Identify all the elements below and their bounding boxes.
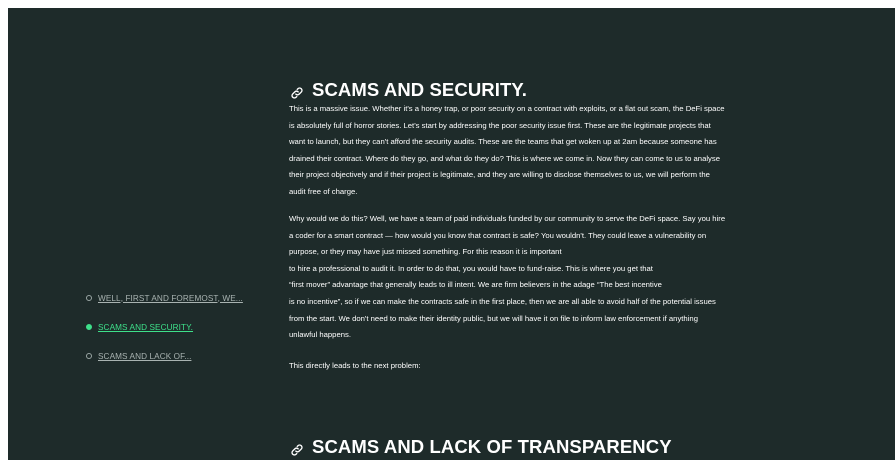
page-frame: WELL, FIRST AND FOREMOST, WE... SCAMS AN… <box>8 8 895 460</box>
paragraph-line: unlawful happens. <box>289 330 351 340</box>
table-of-contents: WELL, FIRST AND FOREMOST, WE... SCAMS AN… <box>86 291 256 378</box>
section-heading-text: SCAMS AND SECURITY. <box>312 79 528 101</box>
paragraph-line: is absolutely full of horror stories. Le… <box>289 120 711 130</box>
paragraph-line: drained their contract. Where do they go… <box>289 153 721 163</box>
toc-bullet-icon <box>86 353 92 359</box>
section-heading-text: SCAMS AND LACK OF TRANSPARENCY <box>312 436 672 458</box>
paragraph-line: their project objectively and if their p… <box>289 170 710 180</box>
paragraph-line: to hire a professional to audit it. In o… <box>289 263 653 273</box>
link-icon[interactable] <box>290 440 304 456</box>
paragraph-line: This directly leads to the next problem: <box>289 361 421 370</box>
paragraph-line: a coder for a smart contract — how would… <box>289 230 707 240</box>
toc-active-bullet-icon <box>86 324 92 330</box>
toc-item-label[interactable]: WELL, FIRST AND FOREMOST, WE... <box>98 294 243 303</box>
paragraph-line: is no incentive”, so if we can make the … <box>289 296 716 306</box>
paragraph-line: want to launch, but they can't afford th… <box>289 137 717 147</box>
toc-item-scams-and-security[interactable]: SCAMS AND SECURITY. <box>86 320 256 334</box>
paragraph-line: This is a massive issue. Whether it's a … <box>289 104 725 113</box>
toc-item-label[interactable]: SCAMS AND SECURITY. <box>98 323 193 332</box>
link-icon[interactable] <box>290 83 304 99</box>
paragraph-line: audit free of charge. <box>289 186 358 196</box>
section-heading-scams-and-security: SCAMS AND SECURITY. <box>290 79 527 101</box>
paragraph-line: “first mover” advantage that generally l… <box>289 280 662 290</box>
toc-item-first-and-foremost[interactable]: WELL, FIRST AND FOREMOST, WE... <box>86 291 256 305</box>
paragraph-line: purpose, or they may have just missed so… <box>289 247 562 257</box>
paragraph-1: This is a massive issue. Whether it's a … <box>289 101 834 201</box>
section-heading-scams-and-lack-of-transparency: SCAMS AND LACK OF TRANSPARENCY <box>290 436 672 458</box>
paragraph-3: This directly leads to the next problem: <box>289 358 834 375</box>
paragraph-line: from the start. We don't need to make th… <box>289 313 698 323</box>
paragraph-2: Why would we do this? Well, we have a te… <box>289 211 834 344</box>
paragraph-line: Why would we do this? Well, we have a te… <box>289 214 726 223</box>
toc-item-label[interactable]: SCAMS AND LACK OF... <box>98 352 191 361</box>
toc-item-scams-and-lack-of[interactable]: SCAMS AND LACK OF... <box>86 349 256 363</box>
toc-bullet-icon <box>86 295 92 301</box>
